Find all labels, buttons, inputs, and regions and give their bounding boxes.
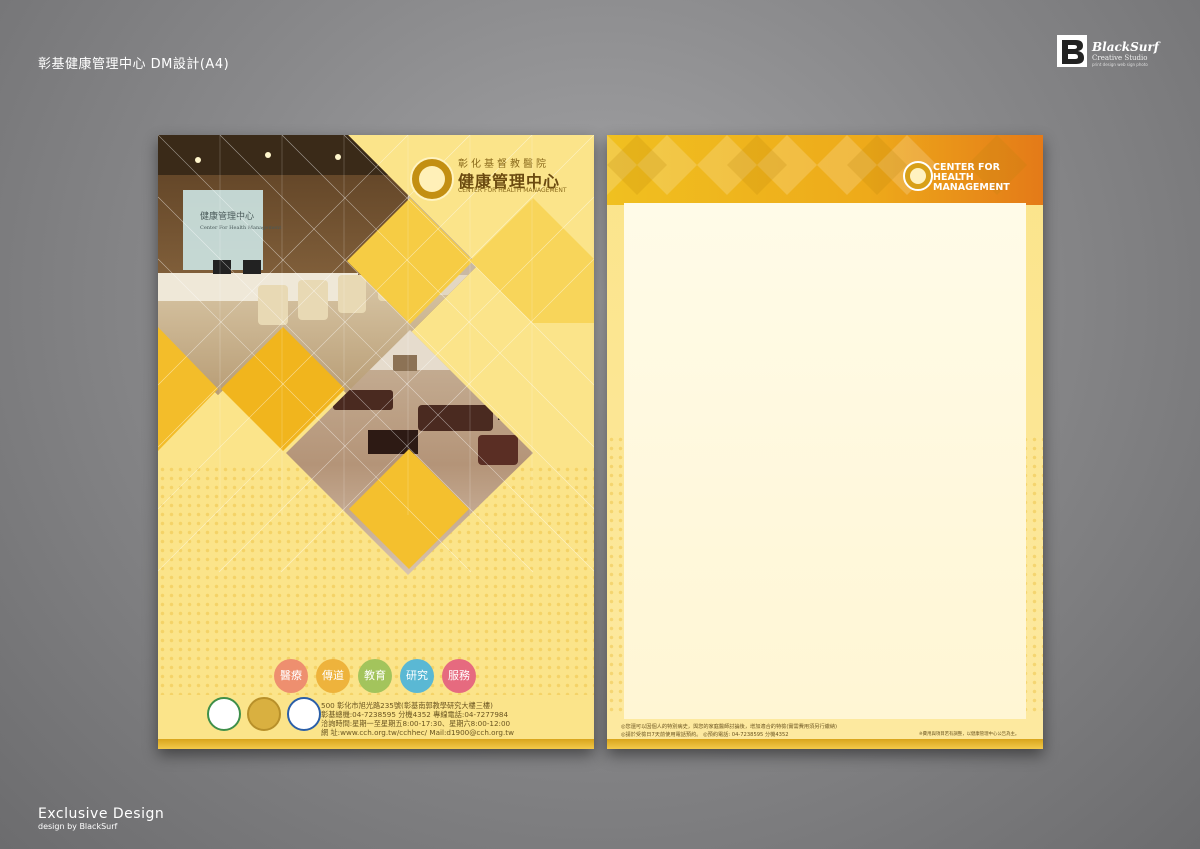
tag-education: 教育 [358,659,392,693]
tag-medical: 醫療 [274,659,308,693]
phone-line: 彰基總機:04-7238595 分機4352 專線電話:04-7277984 [321,710,509,719]
service-tags: 醫療 傳道 教育 研究 服務 [274,659,484,693]
page-title: 彰基健康管理中心 DM設計(A4) [38,57,230,72]
brand-tagline: print design web sign photo [1092,62,1148,67]
content-area [624,203,1026,719]
tag-service: 服務 [442,659,476,693]
note-1: ◎您還可以因個人的特別病史，與您的家庭醫師討論後，增加適合的特檢(實需費用須另行… [621,724,838,730]
front-sheet: 健康管理中心 Center For Health Management 彰化基督… [158,135,594,749]
disclaimer: ※費用與項目若有調整，以健康管理中心公告為主。 [919,732,1020,737]
back-logo-icon [903,161,933,191]
footer-sub: design by BlackSurf [38,822,118,831]
heart-seal-icon [287,697,321,731]
gold-seal-icon [247,697,281,731]
address-line: 500 彰化市旭光路235號(彰基南郭教學研究大樓三樓) [321,701,493,710]
back-sheet: CENTER FOR HEALTH MANAGEMENT ◎您還可以因個人的特別… [607,135,1043,749]
blacksurf-logo-icon [1057,35,1087,67]
brand-sub: Creative Studio [1092,54,1148,62]
contact-info: 500 彰化市旭光路235號(彰基南郭教學研究大樓三樓) 彰基總機:04-723… [321,701,561,737]
back-gold-bar [607,739,1043,749]
back-center-name: CENTER FOR HEALTH MANAGEMENT [933,162,1010,193]
center-name-en: CENTER FOR HEALTH MANAGEMENT [458,187,567,194]
health-center-logo-icon [410,157,454,201]
brand-logo: BlackSurf Creative Studio print design w… [1056,34,1166,70]
brand-name: BlackSurf [1092,40,1159,54]
hours-line: 洽詢時間:星期一至星期五8:00-17:30、星期六8:00-12:00 [321,719,511,728]
gold-bottom-bar [158,739,594,749]
lobby-sign-en: Center For Health Management [200,225,281,231]
tag-research: 研究 [400,659,434,693]
tag-mission: 傳道 [316,659,350,693]
footer-title: Exclusive Design [38,806,165,822]
front-artwork: 健康管理中心 Center For Health Management [158,135,594,575]
lobby-sign-zh: 健康管理中心 [200,210,254,222]
web-line: 網 址:www.cch.org.tw/cchhec/ Mail:d1900@cc… [321,728,514,737]
certification-seal-icon [207,697,241,731]
